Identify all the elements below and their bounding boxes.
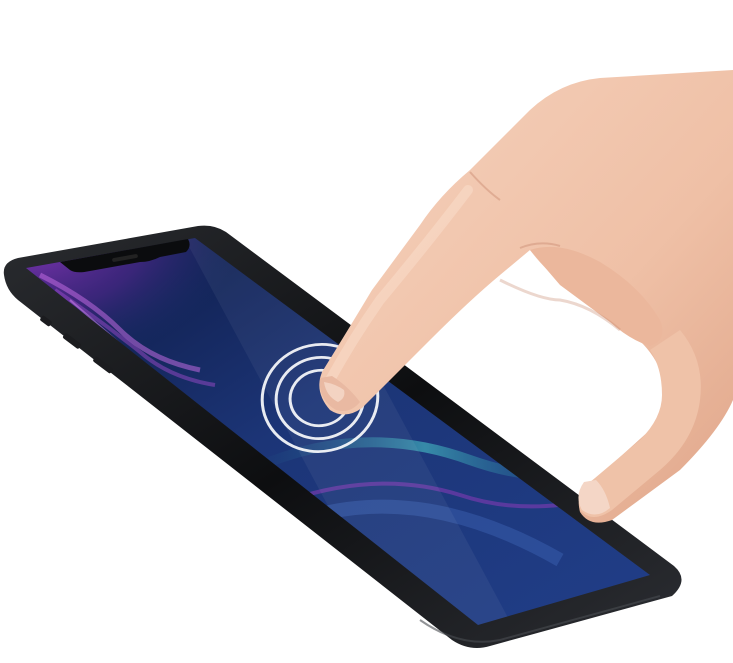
product-scene: [0, 0, 733, 663]
scene-artwork: [3, 70, 733, 648]
